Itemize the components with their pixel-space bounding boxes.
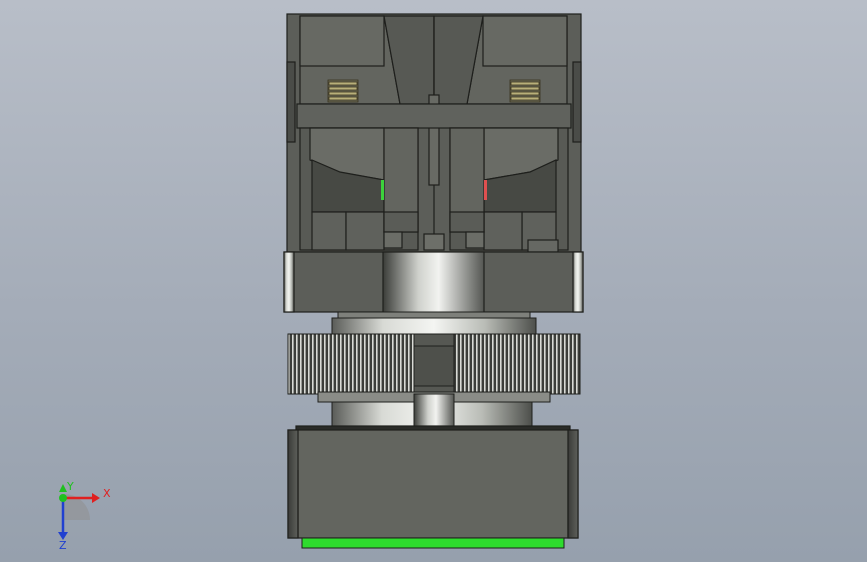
lock-nut [331, 311, 537, 335]
y-axis-label: Y [66, 480, 74, 493]
left-spring [327, 79, 359, 103]
button-housing [287, 425, 579, 539]
axis-triad: X Y Z [58, 480, 111, 550]
left-indicator [381, 180, 384, 200]
z-axis-label: Z [59, 539, 67, 550]
y-axis-dot [59, 494, 67, 502]
right-indicator [484, 180, 487, 200]
switch-assembly-model[interactable] [0, 0, 867, 562]
knurled-ring [287, 333, 581, 403]
x-axis-label: X [103, 487, 111, 500]
cad-viewport[interactable]: X Y Z [0, 0, 867, 562]
upper-housing [286, 13, 582, 253]
right-spring [509, 79, 541, 103]
base-indicator-stripe [301, 537, 565, 549]
collar-ring [283, 251, 584, 315]
